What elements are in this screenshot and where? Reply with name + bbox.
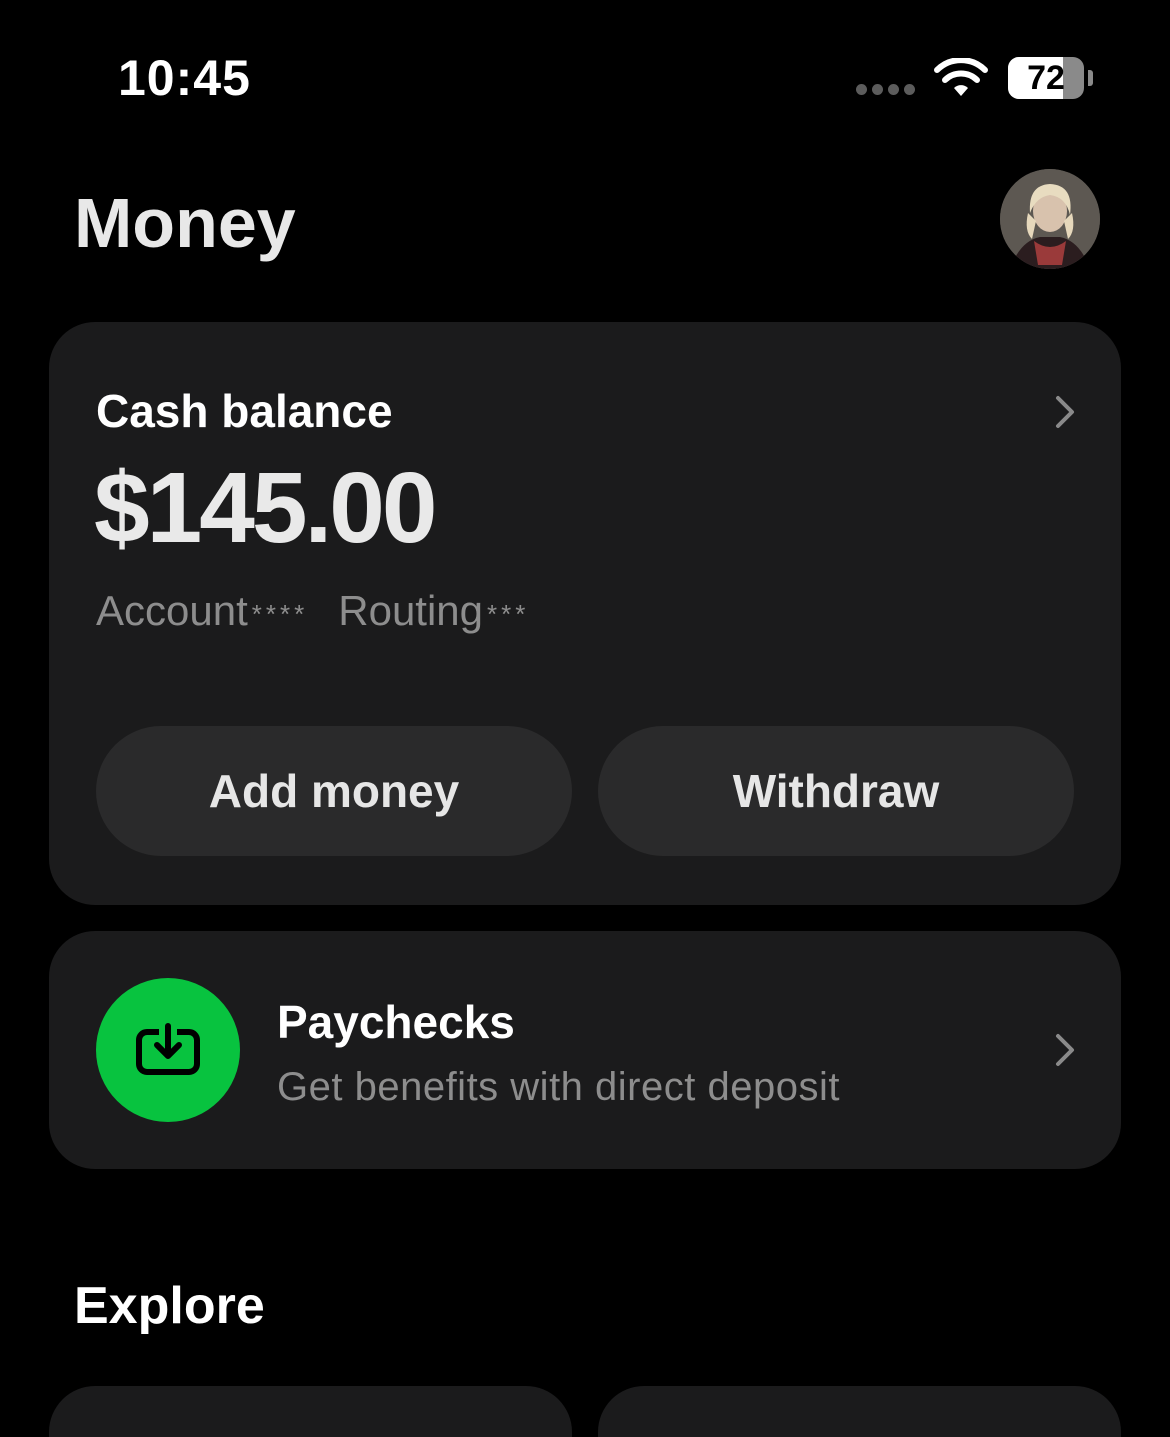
avatar-photo	[1000, 169, 1100, 269]
account-mask: ****	[251, 598, 309, 629]
explore-tile[interactable]	[598, 1386, 1121, 1437]
paychecks-card[interactable]: Paychecks Get benefits with direct depos…	[49, 931, 1121, 1169]
cellular-signal-icon	[856, 84, 915, 95]
account-label: Account	[96, 587, 248, 634]
battery-icon: 72	[1008, 57, 1093, 99]
status-time: 10:45	[118, 50, 251, 106]
withdraw-button[interactable]: Withdraw	[598, 726, 1074, 856]
paychecks-subtitle: Get benefits with direct deposit	[277, 1065, 840, 1109]
explore-title: Explore	[74, 1277, 265, 1335]
routing-mask: ***	[487, 598, 530, 629]
explore-tile[interactable]	[49, 1386, 572, 1437]
cash-balance-label: Cash balance	[96, 385, 393, 437]
deposit-tray-icon	[96, 978, 240, 1122]
profile-avatar[interactable]	[1000, 169, 1100, 269]
account-routing-info: Account **** Routing ***	[96, 586, 529, 639]
money-screen: 10:45 72 Money Cash balance $145.00 Acco…	[0, 0, 1170, 1437]
battery-level: 72	[1027, 59, 1065, 97]
page-title: Money	[74, 184, 296, 262]
routing-label: Routing	[338, 587, 484, 634]
paychecks-title: Paychecks	[277, 996, 515, 1048]
chevron-right-icon	[1056, 1034, 1074, 1066]
wifi-icon	[934, 58, 988, 96]
add-money-button[interactable]: Add money	[96, 726, 572, 856]
cash-balance-card[interactable]: Cash balance $145.00 Account **** Routing *…	[49, 322, 1121, 905]
cash-balance-amount: $145.00	[94, 452, 437, 564]
chevron-right-icon	[1056, 396, 1074, 428]
